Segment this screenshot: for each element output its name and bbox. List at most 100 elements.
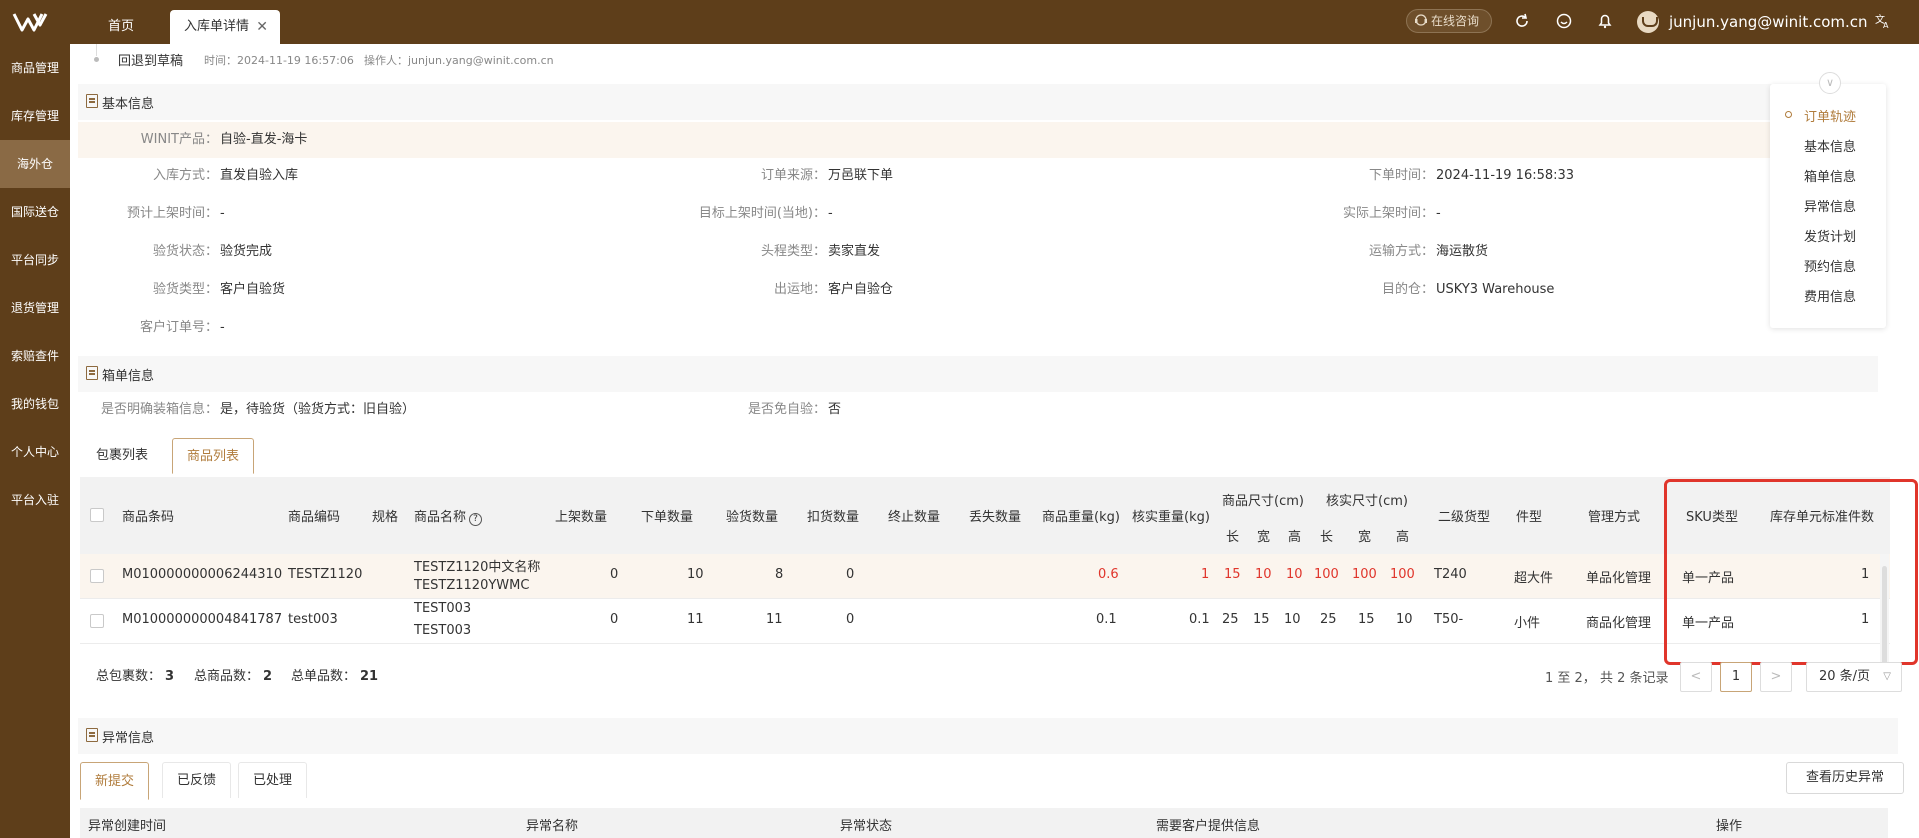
header-inspect-qty: 验货数量 — [726, 510, 779, 525]
anchor-fees[interactable]: 费用信息 — [1804, 286, 1856, 305]
header-barcode: 商品条码 — [122, 510, 175, 525]
cell-subtype: T50- — [1434, 612, 1464, 627]
help-icon[interactable]: ? — [469, 513, 483, 526]
cell-barcode: M010000000006244310 — [122, 567, 283, 582]
table-row[interactable]: M010000000006244310 TESTZ1120 TESTZ1120中… — [80, 554, 1890, 599]
cell-weight: 0.1 — [1096, 612, 1117, 627]
tab-inbound-detail[interactable]: 入库单详情 ✕ — [170, 10, 280, 44]
cell-verified-weight: 0.1 — [1189, 612, 1210, 627]
translate-icon[interactable]: 文A — [1874, 12, 1892, 30]
header-manage: 管理方式 — [1588, 510, 1641, 525]
chevron-down-icon: ▽ — [1883, 671, 1891, 682]
sidebar-item-international[interactable]: 国际送仓 — [0, 188, 70, 236]
basic-info-header: 基本信息 — [78, 84, 1878, 120]
anchor-shipping-plan[interactable]: 发货计划 — [1804, 226, 1856, 245]
user-menu[interactable]: junjun.yang@winit.com.cn — [1637, 8, 1868, 36]
field-customer-order-no: 客户订单号： - — [70, 318, 225, 338]
winit-logo[interactable] — [12, 10, 56, 34]
header-lost-qty: 丢失数量 — [969, 510, 1022, 525]
tab-package-list[interactable]: 包裹列表 — [82, 438, 162, 474]
pager-info: 1 至 2， 共 2 条记录 — [1545, 671, 1669, 686]
cell-inspect-qty: 11 — [766, 612, 783, 627]
field-transport-mode: 运输方式： 海运散货 — [70, 242, 1488, 262]
tab-processed[interactable]: 已处理 — [238, 762, 308, 798]
header-std-units: 库存单元标准件数 — [1770, 510, 1875, 525]
sidebar-item-returns[interactable]: 退货管理 — [0, 284, 70, 332]
cell-vsize-l: 25 — [1320, 612, 1337, 627]
cell-shelf-qty: 0 — [610, 567, 619, 582]
smile-icon[interactable] — [1555, 12, 1573, 30]
sidebar-item-inventory[interactable]: 库存管理 — [0, 92, 70, 140]
anchor-appointment[interactable]: 预约信息 — [1804, 256, 1856, 275]
header-size-l: 长 — [1226, 530, 1240, 545]
tab-new-submitted[interactable]: 新提交 — [80, 762, 150, 800]
section-title: 异常信息 — [102, 731, 155, 746]
page-size-select[interactable]: 20 条/页 ▽ — [1806, 662, 1902, 692]
winit-product-field: WINIT产品： 自验-直发-海卡 — [78, 130, 308, 150]
cell-subtype: T240 — [1434, 567, 1467, 582]
cell-order-qty: 11 — [687, 612, 704, 627]
pager-prev-button[interactable]: < — [1680, 662, 1712, 692]
cell-order-qty: 10 — [687, 567, 704, 582]
refresh-icon[interactable] — [1513, 12, 1531, 30]
header-vsize-h: 高 — [1396, 530, 1410, 545]
sidebar-item-personal[interactable]: 个人中心 — [0, 428, 70, 476]
cell-vsize-h: 10 — [1396, 612, 1413, 627]
header-verified-size: 核实尺寸(cm) — [1326, 494, 1408, 509]
cell-weight: 0.6 — [1098, 567, 1119, 582]
sidebar-item-overseas-warehouse[interactable]: 海外仓 — [0, 140, 70, 188]
header-name: 商品名称? — [414, 506, 483, 526]
cell-size-w: 10 — [1255, 567, 1272, 582]
cell-piece-type: 小件 — [1514, 616, 1541, 631]
row-checkbox[interactable] — [90, 569, 104, 583]
tab-feedback[interactable]: 已反馈 — [162, 762, 232, 798]
anchor-box-info[interactable]: 箱单信息 — [1804, 166, 1856, 185]
view-history-anomaly-button[interactable]: 查看历史异常 — [1786, 762, 1904, 794]
anchor-basic-info[interactable]: 基本信息 — [1804, 136, 1856, 155]
header-anomaly-status: 异常状态 — [840, 819, 893, 834]
sidebar-item-wallet[interactable]: 我的钱包 — [0, 380, 70, 428]
header-sku-type: SKU类型 — [1686, 510, 1738, 525]
consult-label: 在线咨询 — [1431, 14, 1480, 28]
goods-table: 商品条码 商品编码 规格 商品名称? 上架数量 下单数量 验货数量 扣货数量 终… — [80, 477, 1890, 688]
row-checkbox[interactable] — [90, 614, 104, 628]
cell-name-cn: TESTZ1120中文名称 — [414, 560, 541, 575]
sidebar-item-platform-sync[interactable]: 平台同步 — [0, 236, 70, 284]
pager-next-button[interactable]: > — [1760, 662, 1792, 692]
cell-size-h: 10 — [1284, 612, 1301, 627]
tab-home[interactable]: 首页 — [108, 10, 134, 44]
field-exempt-inspection: 是否免自验： 否 — [70, 400, 841, 420]
table-header: 商品条码 商品编码 规格 商品名称? 上架数量 下单数量 验货数量 扣货数量 终… — [80, 477, 1890, 554]
online-consult-button[interactable]: 在线咨询 — [1406, 9, 1492, 33]
sidebar-item-product[interactable]: 商品管理 — [0, 44, 70, 92]
pager-page-1[interactable]: 1 — [1720, 662, 1752, 692]
cell-deduct-qty: 0 — [846, 567, 855, 582]
active-dot-icon — [1785, 111, 1792, 118]
field-value: 自验-直发-海卡 — [220, 132, 308, 147]
tab-label: 入库单详情 — [184, 19, 250, 34]
tab-goods-list[interactable]: 商品列表 — [172, 438, 255, 474]
header-size-w: 宽 — [1257, 530, 1271, 545]
top-bar: 首页 入库单详情 ✕ 在线咨询 junjun.yang@winit.com.cn… — [0, 0, 1919, 44]
total-goods: 总商品数： 2 — [194, 665, 272, 684]
header-deduct-qty: 扣货数量 — [807, 510, 860, 525]
sidebar-item-platform-join[interactable]: 平台入驻 — [0, 476, 70, 524]
header-size: 商品尺寸(cm) — [1222, 494, 1304, 509]
svg-text:A: A — [1883, 21, 1889, 30]
close-icon[interactable]: ✕ — [256, 10, 268, 44]
document-icon — [86, 366, 98, 380]
header-stop-qty: 终止数量 — [888, 510, 941, 525]
table-row[interactable]: M010000000004841787 test003 TEST003 TEST… — [80, 599, 1890, 644]
anchor-anomaly-info[interactable]: 异常信息 — [1804, 196, 1856, 215]
scrollbar-thumb[interactable] — [1882, 566, 1887, 672]
header-actions: 操作 — [1716, 819, 1743, 834]
total-value: 2 — [263, 669, 273, 684]
bell-icon[interactable] — [1596, 12, 1614, 30]
sidebar-item-claims[interactable]: 索赔查件 — [0, 332, 70, 380]
document-icon — [86, 94, 98, 108]
header-spec: 规格 — [372, 510, 399, 525]
header-shelf-qty: 上架数量 — [555, 510, 608, 525]
collapse-chevron-icon[interactable]: ∨ — [1819, 72, 1841, 94]
select-all-checkbox[interactable] — [90, 508, 104, 522]
anchor-order-track[interactable]: 订单轨迹 — [1804, 106, 1856, 125]
